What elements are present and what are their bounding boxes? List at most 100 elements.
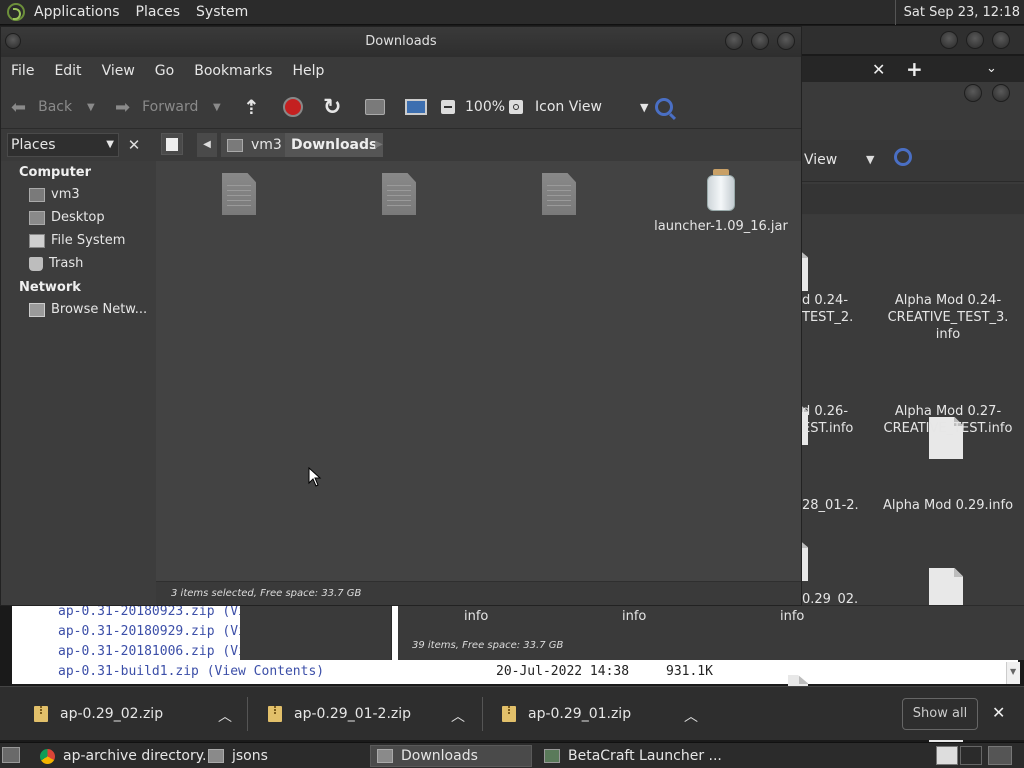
menu-help[interactable]: Help	[292, 63, 324, 79]
side-pane-selector[interactable]: Places ▼	[7, 133, 119, 157]
menu-view[interactable]: View	[102, 63, 135, 79]
sidebar-item-browse-network[interactable]: Browse Netw...	[29, 302, 147, 317]
download-item[interactable]: ap-0.29_01-2.zip	[268, 687, 411, 741]
window-titlebar[interactable]: Downloads	[1, 27, 801, 57]
file-label[interactable]: Alpha Mod 0.24- CREATIVE_TEST_3. info	[882, 292, 1014, 343]
tab-list-chevron-icon[interactable]: ⌄	[986, 61, 997, 76]
close-shelf-icon[interactable]: ✕	[992, 703, 1005, 722]
listing-row[interactable]: ap-0.31-20180929.zip (Vi	[58, 624, 246, 639]
task-betacraft[interactable]: BetaCraft Launcher ...	[538, 745, 722, 767]
zoom-out-button[interactable]	[441, 85, 455, 129]
home-button[interactable]	[365, 85, 385, 129]
sidebar-item-vm3[interactable]: vm3	[29, 187, 80, 202]
menu-file[interactable]: File	[11, 63, 34, 79]
show-all-button[interactable]: Show all	[902, 698, 978, 730]
file-icon	[382, 173, 416, 215]
sidebar-item-file-system[interactable]: File System	[29, 233, 125, 248]
workspace-switcher-icon[interactable]	[960, 746, 982, 765]
file-label[interactable]: info	[622, 608, 646, 625]
breadcrumb-left-arrow-icon[interactable]: ◀	[197, 133, 217, 157]
file-label[interactable]: info	[780, 608, 804, 625]
panel-menu-system[interactable]: System	[196, 4, 248, 20]
panel-menu-places[interactable]: Places	[136, 4, 181, 20]
task-jsons[interactable]: jsons	[202, 745, 268, 767]
download-options-chevron-icon[interactable]: ︿	[451, 706, 465, 726]
view-mode-dropdown-icon[interactable]: ▼	[866, 153, 874, 166]
breadcrumb-right-arrow-icon[interactable]: ▶	[371, 133, 387, 157]
desktop-folder-icon	[29, 210, 45, 225]
file-item[interactable]	[382, 173, 416, 215]
view-mode-label[interactable]: View	[804, 152, 837, 168]
zoom-in-button[interactable]	[509, 85, 523, 129]
listing-row[interactable]: ap-0.31-build1.zip (View Contents)	[58, 664, 324, 679]
file-label[interactable]: Alpha Mod 0.29.info	[880, 497, 1016, 514]
minimize-icon[interactable]	[964, 84, 982, 102]
new-tab-icon[interactable]: +	[906, 57, 923, 81]
file-label[interactable]: d 0.24- TEST_2.	[802, 292, 862, 326]
menu-edit[interactable]: Edit	[54, 63, 81, 79]
listing-view-link[interactable]: (View Contents)	[207, 664, 324, 679]
maximize-icon[interactable]	[751, 32, 769, 50]
listing-file-link[interactable]: ap-0.31-20180929.zip	[58, 624, 215, 639]
file-icon[interactable]	[929, 568, 963, 610]
back-history-dropdown-icon[interactable]: ▼	[87, 85, 95, 129]
home-folder-icon	[29, 187, 45, 202]
show-desktop-icon[interactable]	[2, 747, 20, 763]
panel-menu-applications[interactable]: Applications	[34, 4, 120, 20]
listing-file-link[interactable]: ap-0.31-20180923.zip	[58, 604, 215, 619]
breadcrumb-downloads[interactable]: Downloads	[285, 133, 384, 157]
up-arrow-icon[interactable]: ⇡	[243, 85, 260, 129]
view-mode-select[interactable]: Icon View ▼	[535, 85, 648, 129]
task-downloads[interactable]: Downloads	[370, 745, 532, 767]
maximize-icon[interactable]	[992, 84, 1010, 102]
tab-close-icon[interactable]: ✕	[872, 60, 885, 79]
listing-row[interactable]: ap-0.31-20181006.zip (Vi	[58, 644, 246, 659]
menu-bookmarks[interactable]: Bookmarks	[194, 63, 272, 79]
home-folder-icon	[227, 138, 243, 152]
listing-row[interactable]: ap-0.31-20180923.zip (Vi	[58, 604, 246, 619]
file-item[interactable]	[542, 173, 576, 215]
zoom-level[interactable]: 100%	[465, 85, 505, 129]
file-label[interactable]: 28_01-2.	[802, 497, 862, 514]
divider	[247, 697, 248, 731]
breadcrumb-vm3[interactable]: vm3	[221, 133, 288, 157]
minimize-icon[interactable]	[725, 32, 743, 50]
close-icon[interactable]	[992, 31, 1010, 49]
reload-icon[interactable]: ↻	[323, 85, 341, 129]
toggle-location-entry-button[interactable]	[161, 133, 183, 155]
forward-arrow-icon: ➡	[115, 96, 131, 118]
stop-button[interactable]	[283, 85, 303, 129]
maximize-icon[interactable]	[966, 31, 984, 49]
file-label[interactable]: d 0.26- EST.info	[802, 403, 862, 437]
download-options-chevron-icon[interactable]: ︿	[218, 706, 232, 726]
listing-file-link[interactable]: ap-0.31-build1.zip	[58, 664, 199, 679]
distro-logo-icon[interactable]	[7, 3, 25, 21]
trash-applet-icon[interactable]	[988, 746, 1012, 765]
download-item[interactable]: ap-0.29_02.zip	[34, 687, 163, 741]
scroll-down-icon[interactable]: ▼	[1010, 667, 1016, 676]
close-icon[interactable]	[777, 32, 795, 50]
icon-view[interactable]: launcher-1.09_16.jar	[156, 161, 801, 581]
forward-history-dropdown-icon[interactable]: ▼	[213, 85, 221, 129]
download-options-chevron-icon[interactable]: ︿	[684, 706, 698, 726]
forward-button[interactable]: ➡ Forward	[115, 85, 198, 129]
task-browser[interactable]: ap-archive directory...	[34, 745, 215, 767]
search-icon[interactable]	[894, 148, 912, 166]
workspace-switcher-icon[interactable]	[936, 746, 958, 765]
menu-go[interactable]: Go	[155, 63, 174, 79]
search-button[interactable]	[655, 85, 677, 129]
file-label[interactable]: info	[464, 608, 488, 625]
minimize-icon[interactable]	[940, 31, 958, 49]
file-label[interactable]: Alpha Mod 0.27- CREATIVE_TEST.info	[880, 403, 1016, 437]
back-button[interactable]: ⬅ Back	[11, 85, 72, 129]
panel-clock[interactable]: Sat Sep 23, 12:18	[894, 0, 1020, 25]
close-side-pane-icon[interactable]: ✕	[125, 135, 143, 155]
listing-file-link[interactable]: ap-0.31-20181006.zip	[58, 644, 215, 659]
sidebar-item-trash[interactable]: Trash	[29, 256, 83, 271]
download-item[interactable]: ap-0.29_01.zip	[502, 687, 631, 741]
file-item[interactable]	[222, 173, 256, 215]
computer-button[interactable]	[405, 85, 427, 129]
sidebar-section-network: Network	[19, 280, 81, 295]
browser-scrollbar[interactable]: ▼	[1006, 662, 1020, 684]
sidebar-item-desktop[interactable]: Desktop	[29, 210, 105, 225]
